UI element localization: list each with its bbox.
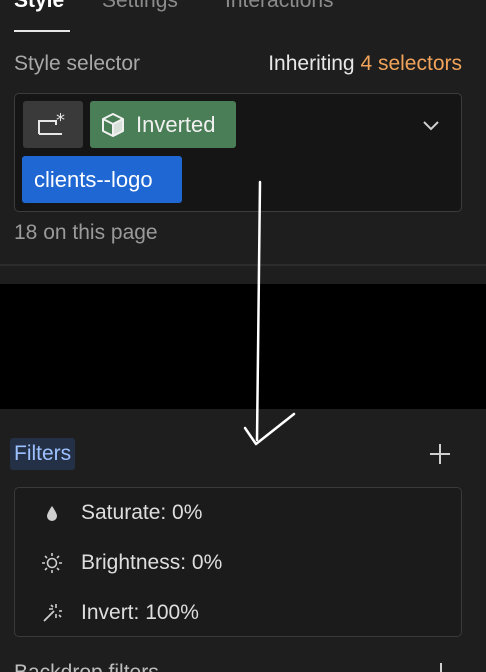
sun-icon bbox=[41, 552, 63, 574]
filter-label: Brightness: 0% bbox=[81, 551, 223, 574]
inheriting-prefix: Inheriting bbox=[268, 52, 355, 75]
active-tab-indicator bbox=[14, 30, 70, 32]
filters-section-title[interactable]: Filters bbox=[10, 438, 76, 470]
filter-item-brightness[interactable]: Brightness: 0% bbox=[15, 543, 461, 583]
magic-wand-icon bbox=[41, 602, 63, 624]
tab-interactions[interactable]: Interactions bbox=[225, 0, 334, 13]
style-panel-top: Style Settings Interactions Style select… bbox=[0, 0, 486, 284]
selector-field[interactable]: * Inverted clients--logo bbox=[14, 93, 462, 212]
section-divider bbox=[0, 264, 486, 266]
add-backdrop-filter-plus-icon[interactable] bbox=[436, 663, 446, 672]
state-selector-button[interactable]: * bbox=[23, 101, 83, 148]
add-filter-plus-icon[interactable] bbox=[428, 442, 452, 466]
filter-list: Saturate: 0% Brightness: 0% Invert: 100% bbox=[14, 487, 462, 637]
combo-class-chip[interactable]: Inverted bbox=[90, 101, 236, 148]
drop-icon bbox=[41, 502, 63, 524]
backdrop-filters-title[interactable]: Backdrop filters bbox=[14, 661, 159, 672]
filter-item-saturate[interactable]: Saturate: 0% bbox=[15, 493, 461, 533]
combo-class-label: Inverted bbox=[136, 111, 216, 137]
svg-text:*: * bbox=[56, 112, 65, 131]
filters-section: Filters Saturate: 0% Brightness: 0% Inve… bbox=[0, 409, 486, 672]
inheriting-indicator[interactable]: Inheriting 4 selectors bbox=[268, 52, 462, 76]
filter-label: Saturate: 0% bbox=[81, 501, 203, 524]
component-cube-icon bbox=[102, 112, 124, 137]
style-selector-label: Style selector bbox=[14, 52, 141, 75]
filter-label: Invert: 100% bbox=[81, 601, 199, 624]
class-chip[interactable]: clients--logo bbox=[22, 156, 182, 203]
style-selector-header: Style selector Inheriting 4 selectors bbox=[14, 52, 462, 82]
filter-item-invert[interactable]: Invert: 100% bbox=[15, 593, 461, 633]
inheriting-count[interactable]: 4 selectors bbox=[360, 52, 462, 75]
tab-style[interactable]: Style bbox=[14, 0, 64, 13]
selector-usage-count: 18 on this page bbox=[14, 221, 158, 244]
chevron-down-icon[interactable] bbox=[421, 116, 441, 136]
class-chip-label: clients--logo bbox=[34, 166, 153, 192]
state-selector-icon: * bbox=[38, 112, 65, 135]
video-cut-gap bbox=[0, 284, 486, 409]
panel-tabs: Style Settings Interactions bbox=[0, 0, 486, 32]
tab-settings[interactable]: Settings bbox=[102, 0, 178, 13]
